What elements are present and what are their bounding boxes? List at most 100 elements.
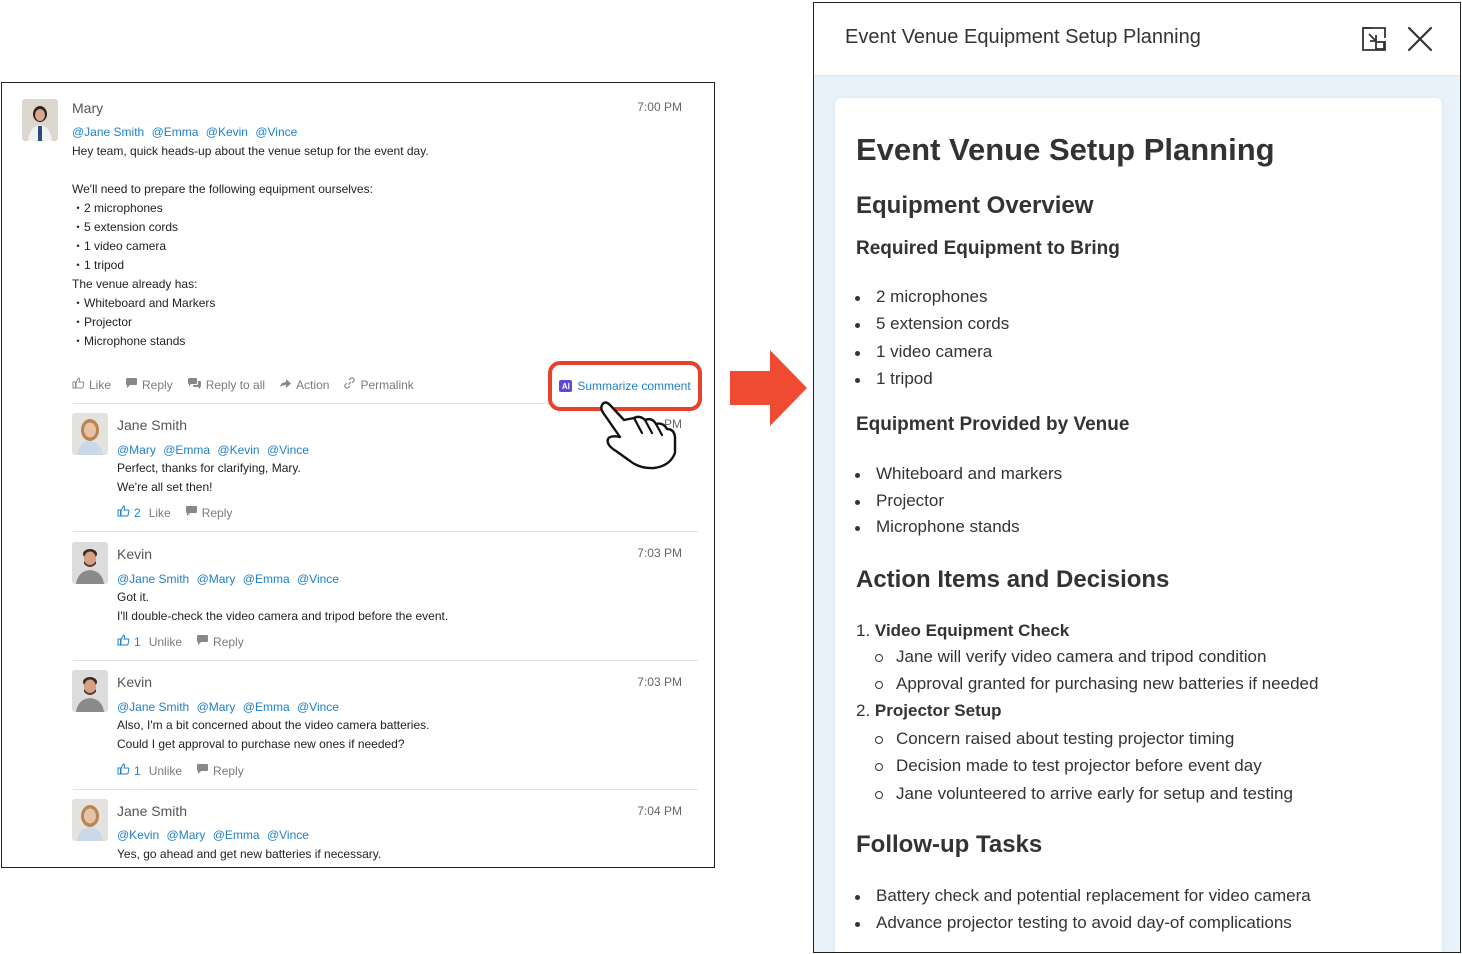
comment-actions: 1 Unlike Reply bbox=[117, 634, 258, 649]
thumbs-up-icon bbox=[117, 634, 130, 649]
mention-link[interactable]: @Mary bbox=[197, 572, 236, 586]
avatar bbox=[72, 542, 108, 584]
mention-link[interactable]: @Kevin bbox=[217, 443, 259, 457]
close-icon[interactable] bbox=[1406, 25, 1434, 53]
section-heading: Equipment Overview bbox=[856, 192, 1094, 219]
mention-link[interactable]: @Emma bbox=[213, 828, 260, 842]
panel-header: Event Venue Equipment Setup Planning bbox=[814, 3, 1460, 76]
mention-link[interactable]: @Jane Smith bbox=[117, 572, 189, 586]
like-label: Like bbox=[148, 505, 171, 520]
reply-button[interactable]: Reply bbox=[125, 377, 173, 392]
comment-line: ・Microphone stands bbox=[72, 334, 186, 348]
mention-link[interactable]: @Kevin bbox=[117, 828, 159, 842]
panel-title: Event Venue Equipment Setup Planning bbox=[845, 26, 1201, 48]
comment-divider bbox=[73, 531, 698, 532]
ordered-item-title: Video Equipment Check bbox=[874, 621, 1070, 640]
arrow-right-icon bbox=[730, 350, 808, 431]
comment-line: I'll double-check the video camera and t… bbox=[117, 609, 449, 623]
unlike-button[interactable]: 1 Unlike bbox=[117, 634, 182, 649]
ordered-item-number: 2. bbox=[856, 701, 871, 720]
reply-all-button[interactable]: Reply to all bbox=[187, 377, 265, 392]
list-item: Projector bbox=[854, 491, 945, 510]
comment-line: Perfect, thanks for clarifying, Mary. bbox=[117, 461, 301, 475]
unlike-button[interactable]: 1 Unlike bbox=[117, 763, 182, 778]
comment-divider bbox=[73, 660, 698, 661]
thumbs-up-icon bbox=[117, 763, 130, 778]
mention-link[interactable]: @Kevin bbox=[206, 125, 248, 139]
subsection-heading: Required Equipment to Bring bbox=[856, 238, 1120, 259]
comment-line: We're all set then! bbox=[117, 480, 213, 494]
comment-line: ・5 extension cords bbox=[72, 220, 179, 234]
subsection-heading: Equipment Provided by Venue bbox=[856, 414, 1130, 435]
mention-link[interactable]: @Vince bbox=[297, 572, 339, 586]
mention-link[interactable]: @Mary bbox=[197, 700, 236, 714]
list-item: 1 tripod bbox=[855, 369, 933, 388]
reply-label: Reply bbox=[142, 377, 173, 392]
list-item: Battery check and potential replacement … bbox=[855, 886, 1311, 905]
mention-link[interactable]: @Emma bbox=[152, 125, 199, 139]
reply-button[interactable]: Reply bbox=[196, 763, 244, 778]
comment-line: Could I get approval to purchase new one… bbox=[117, 737, 405, 751]
permalink-label: Permalink bbox=[360, 377, 414, 392]
comment-author: Kevin bbox=[117, 674, 153, 690]
like-count: 1 bbox=[134, 763, 141, 778]
comment-time: 7:04 PM bbox=[637, 804, 682, 818]
mention-link[interactable]: @Emma bbox=[163, 443, 210, 457]
like-label: Unlike bbox=[148, 634, 183, 649]
comment-divider bbox=[73, 789, 698, 790]
mention-link[interactable]: @Emma bbox=[243, 700, 290, 714]
section-heading: Action Items and Decisions bbox=[856, 566, 1170, 593]
comment-time: 7:03 PM bbox=[637, 546, 682, 560]
mention-link[interactable]: @Vince bbox=[297, 700, 339, 714]
mention-link[interactable]: @Mary bbox=[167, 828, 206, 842]
mention-link[interactable]: @Mary bbox=[117, 443, 156, 457]
hand-pointer-icon bbox=[598, 399, 680, 478]
mention-link[interactable]: @Vince bbox=[255, 125, 297, 139]
permalink-button[interactable]: Permalink bbox=[343, 377, 414, 392]
reply-all-label: Reply to all bbox=[205, 377, 266, 392]
mentions: @Jane Smith @Mary @Emma @Vince bbox=[117, 700, 343, 714]
comment-body: Yes, go ahead and get new batteries if n… bbox=[117, 845, 381, 864]
speech-bubble-icon bbox=[185, 505, 198, 520]
reply-button[interactable]: Reply bbox=[196, 634, 244, 649]
sub-list-item: Decision made to test projector before e… bbox=[875, 756, 1262, 775]
reply-button[interactable]: Reply bbox=[185, 505, 233, 520]
list-item: Advance projector testing to avoid day-o… bbox=[855, 913, 1292, 932]
comment-author: Mary bbox=[72, 100, 104, 116]
comment-line: Got it. bbox=[117, 590, 150, 604]
thumbs-up-icon bbox=[72, 377, 85, 392]
list-item: 1 video camera bbox=[854, 342, 993, 361]
sub-list-item: Jane will verify video camera and tripod… bbox=[874, 647, 1267, 666]
avatar bbox=[22, 99, 58, 141]
comment-actions: 2 Like Reply bbox=[117, 505, 246, 520]
like-button[interactable]: Like bbox=[72, 377, 111, 392]
reply-label: Reply bbox=[201, 505, 233, 520]
mention-link[interactable]: @Emma bbox=[243, 572, 290, 586]
comment-actions: Like Reply Reply to all Action Permalink bbox=[72, 377, 428, 392]
list-item: Microphone stands bbox=[855, 517, 1020, 536]
speech-bubbles-icon bbox=[187, 377, 202, 392]
mention-link[interactable]: @Vince bbox=[267, 828, 309, 842]
thumbs-up-icon bbox=[117, 505, 130, 520]
comment-body: Also, I'm a bit concerned about the vide… bbox=[117, 716, 429, 754]
mention-link[interactable]: @Jane Smith bbox=[72, 125, 144, 139]
list-item: Whiteboard and markers bbox=[854, 464, 1063, 483]
like-button[interactable]: 2 Like bbox=[117, 505, 171, 520]
ordered-item-number: 1. bbox=[856, 621, 871, 640]
shrink-window-icon[interactable] bbox=[1360, 25, 1388, 53]
mention-link[interactable]: @Vince bbox=[267, 443, 309, 457]
summary-panel: Event Venue Equipment Setup Planning Eve… bbox=[813, 2, 1461, 953]
like-count: 2 bbox=[134, 505, 141, 520]
speech-bubble-icon bbox=[125, 377, 138, 392]
comment-line: The venue already has: bbox=[72, 277, 198, 291]
reply-label: Reply bbox=[213, 634, 244, 649]
comment-time: 7:00 PM bbox=[637, 100, 682, 114]
comment-line: Also, I'm a bit concerned about the vide… bbox=[117, 718, 430, 732]
action-button[interactable]: Action bbox=[279, 377, 329, 392]
ai-badge-icon: AI bbox=[559, 380, 573, 392]
mentions: @Mary @Emma @Kevin @Vince bbox=[117, 443, 313, 457]
comment-author: Kevin bbox=[117, 546, 153, 562]
avatar bbox=[72, 413, 108, 455]
mention-link[interactable]: @Jane Smith bbox=[117, 700, 189, 714]
like-label: Unlike bbox=[148, 763, 183, 778]
